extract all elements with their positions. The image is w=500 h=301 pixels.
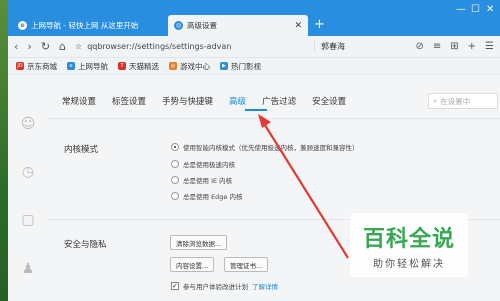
ie-icon: e [67, 62, 75, 70]
new-tab-button[interactable]: + [314, 17, 325, 32]
jd-icon: JD [16, 62, 24, 70]
reload-icon[interactable]: ↻ [41, 40, 50, 53]
checkbox-checked[interactable]: ✓ [171, 282, 179, 290]
tab-title: 上网导航 - 轻快上网 从这里开始 [31, 21, 139, 30]
tab-navigation[interactable]: e 上网导航 - 轻快上网 从这里开始 [12, 15, 168, 36]
bookmark-tmall[interactable]: T 天猫精选 [118, 61, 159, 72]
block-icon[interactable]: ⊘ [415, 41, 423, 52]
settings-tabs: 常规设置 标签设置 手势与快捷键 高级 广告过滤 安全设置 [54, 95, 354, 107]
bookmark-games[interactable]: ◎ 游戏中心 [169, 61, 210, 72]
tab-gestures[interactable]: 手势与快捷键 [154, 95, 221, 107]
radio-label: 总是使用 IE 内核 [183, 177, 233, 185]
close-tab-icon[interactable]: ✕ [294, 21, 302, 31]
url-text[interactable]: qqbrowser://settings/settings-advan [87, 42, 231, 51]
close-window-button[interactable]: ✕ [486, 4, 494, 15]
tab-strip: e 上网导航 - 轻快上网 从这里开始 ◎ 高级设置 ✕ + — ☐ ✕ [8, 0, 500, 36]
search-placeholder: 在设置中 [440, 96, 471, 106]
user-icon[interactable]: ☺ [20, 116, 36, 132]
clear-data-button[interactable]: 清除浏览数据... [170, 235, 228, 250]
home-icon[interactable]: ⌂ [59, 40, 66, 53]
tab-ad-filter[interactable]: 广告过滤 [254, 95, 304, 107]
back-icon[interactable]: ‹ [14, 40, 18, 53]
grid-icon[interactable]: ⊞ [450, 41, 458, 52]
radio-ie-kernel[interactable]: 总是使用 IE 内核 [171, 175, 232, 185]
shirt-icon[interactable]: ♟ [20, 261, 36, 277]
settings-search-input[interactable]: ⌕ 在设置中 [428, 93, 498, 109]
bookmark-jd[interactable]: JD 京东商城 [16, 61, 57, 72]
bookmarks-bar: JD 京东商城 e 上网导航 T 天猫精选 ◎ 游戏中心 ▶ 热门影视 [8, 58, 500, 75]
bookmark-star-icon[interactable]: ☆ [75, 42, 82, 51]
radio-edge-kernel[interactable]: 总是使用 Edge 内核 [171, 191, 243, 201]
tab-title: 高级设置 [187, 21, 217, 30]
navigation-bar: ‹ › ↻ ⌂ ☆ qqbrowser://settings/settings-… [8, 36, 500, 58]
history-icon[interactable]: ◷ [20, 164, 36, 180]
tmall-icon: T [118, 62, 126, 70]
radio-label: 总是使用极速内核 [183, 161, 235, 169]
settings-tab-icon: ◎ [174, 21, 183, 30]
watermark-title: 百科全说 [362, 226, 455, 252]
checkbox-label: 参与用户体验改进计划 [183, 283, 248, 291]
minimize-button[interactable]: — [456, 4, 466, 15]
radio-button[interactable] [171, 160, 179, 168]
tab-security[interactable]: 安全设置 [304, 95, 354, 107]
tab-advanced[interactable]: 高级 [221, 95, 254, 107]
radio-label: 使用智能内核模式（优先使用极速内核，兼顾速度和兼容性） [183, 144, 359, 152]
bookmark-label: 京东商城 [27, 61, 57, 71]
search-icon: ⌕ [433, 96, 438, 105]
radio-button[interactable] [171, 143, 179, 151]
watermark-subtitle: 助你轻松解决 [373, 258, 445, 270]
divider [48, 118, 500, 119]
ux-program-checkbox-row[interactable]: ✓ 参与用户体验改进计划 了解详情 [171, 281, 278, 291]
watermark-logo: 百科全说 助你轻松解决 [350, 213, 468, 277]
bookmark-navigation[interactable]: e 上网导航 [67, 61, 108, 72]
privacy-title: 安全与隐私 [64, 240, 107, 250]
maximize-button[interactable]: ☐ [471, 4, 480, 15]
manage-certificates-button[interactable]: 管理证书... [224, 257, 269, 272]
content-settings-button[interactable]: 内容设置... [170, 257, 215, 272]
list-icon[interactable]: ≡ [433, 41, 441, 52]
learn-more-link[interactable]: 了解详情 [252, 281, 278, 291]
radio-button[interactable] [171, 176, 179, 184]
add-icon[interactable]: + [468, 41, 476, 52]
tab-advanced-settings[interactable]: ◎ 高级设置 ✕ [168, 15, 308, 36]
menu-icon[interactable]: ☰ [485, 41, 494, 52]
bookmark-label: 上网导航 [78, 61, 108, 71]
game-icon: ◎ [169, 62, 177, 70]
video-icon: ▶ [220, 62, 228, 70]
bookmark-label: 热门影视 [231, 61, 261, 71]
kernel-mode-title: 内核模式 [64, 145, 99, 155]
radio-button[interactable] [171, 192, 179, 200]
tab-tabs[interactable]: 标签设置 [104, 95, 154, 107]
forward-icon[interactable]: › [27, 40, 31, 53]
left-rail: ☺ ◷ ▢ ♟ [8, 76, 48, 301]
bag-icon[interactable]: ▢ [20, 212, 36, 228]
address-bar[interactable]: ☆ qqbrowser://settings/settings-advan [75, 39, 305, 55]
bookmark-label: 天猫精选 [129, 61, 159, 71]
ie-logo-icon: e [18, 21, 27, 30]
bookmark-label: 游戏中心 [180, 61, 210, 71]
tab-general[interactable]: 常规设置 [54, 95, 104, 107]
radio-fast-kernel[interactable]: 总是使用极速内核 [171, 159, 235, 169]
selected-tab-indicator [245, 109, 267, 111]
radio-label: 总是使用 Edge 内核 [183, 193, 243, 201]
bookmark-videos[interactable]: ▶ 热门影视 [220, 61, 261, 72]
radio-smart-kernel[interactable]: 使用智能内核模式（优先使用极速内核，兼顾速度和兼容性） [171, 142, 359, 152]
user-name[interactable]: 郭春海 [314, 41, 345, 52]
